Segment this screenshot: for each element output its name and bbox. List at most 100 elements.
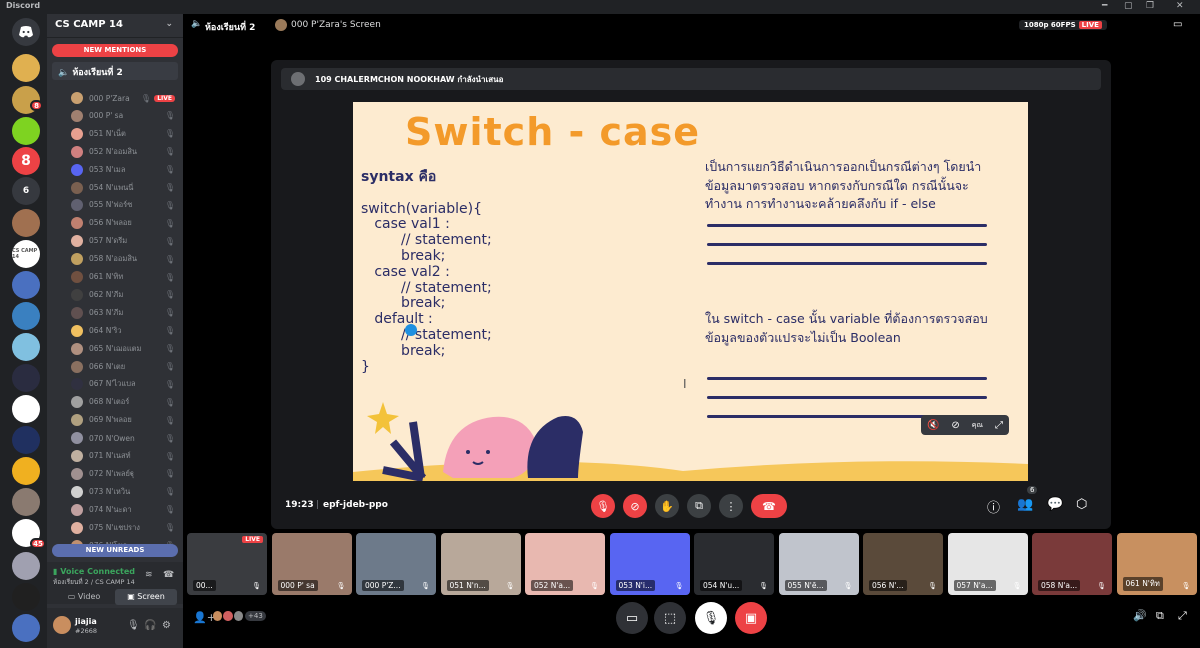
avatar — [71, 396, 83, 409]
mic-muted-icon[interactable]: 🎙 — [591, 494, 615, 518]
avatar — [275, 19, 287, 31]
participant-tile[interactable]: 058 N'a... 🎙 — [1032, 533, 1112, 595]
participant-tile[interactable]: 00... 🎙 LIVE — [187, 533, 267, 595]
participant-tile[interactable]: 057 N'a... 🎙 — [947, 533, 1028, 595]
voice-member[interactable]: 062 N'ภีม 🎙 — [71, 287, 181, 303]
fullscreen-icon[interactable]: ⤢ — [995, 420, 1003, 431]
voice-member[interactable]: 052 N'ออมสิน 🎙 — [71, 144, 181, 160]
voice-member[interactable]: 071 N'เนสท์ 🎙 — [71, 448, 181, 464]
server-icon[interactable] — [12, 364, 40, 392]
voice-member[interactable]: 051 N'เน็ต 🎙 — [71, 126, 181, 142]
participant-tile[interactable]: 061 N'ทิท 🎙 — [1116, 533, 1197, 595]
server-icon[interactable] — [12, 426, 40, 454]
share-screen-icon[interactable]: ⧉ — [687, 494, 711, 518]
participant-name: 000 P'Z... — [362, 580, 404, 591]
hangup-icon[interactable]: ☎ — [751, 494, 787, 518]
voice-member[interactable]: 063 N'ภีม 🎙 — [71, 305, 181, 321]
fullscreen-icon[interactable]: ⤢ — [1178, 609, 1187, 623]
minimize-icon[interactable]: ━ — [1102, 1, 1107, 11]
settings-icon[interactable]: ⚙ — [162, 620, 171, 631]
server-icon[interactable] — [12, 552, 40, 580]
close-icon[interactable]: ✕ — [1176, 1, 1184, 11]
member-name: 062 N'ภีม — [89, 289, 124, 299]
camera-button[interactable]: ▭ — [616, 602, 648, 634]
mute-stream-icon[interactable]: 🔇 — [927, 420, 939, 431]
mic-muted-icon[interactable]: 🎙 — [127, 620, 140, 631]
voice-member[interactable]: 058 N'ออมสิน 🎙 — [71, 251, 181, 267]
server-icon[interactable] — [12, 395, 40, 423]
people-icon[interactable]: 👥 — [1017, 497, 1033, 512]
server-count-icon[interactable]: 6 — [12, 177, 40, 205]
voice-member[interactable]: 074 N'นะดา 🎙 — [71, 502, 181, 518]
voice-member[interactable]: 000 P'Zara LIVE 🎙 — [71, 90, 181, 106]
server-icon[interactable] — [12, 614, 40, 642]
voice-member[interactable]: 070 N'Owen 🎙 — [71, 430, 181, 446]
camera-off-icon[interactable]: ⊘ — [623, 494, 647, 518]
participant-tile[interactable]: 056 N'... 🎙 — [863, 533, 943, 595]
disconnect-button[interactable]: ▣ — [735, 602, 767, 634]
server-icon[interactable] — [12, 583, 40, 611]
server-icon[interactable]: 8 — [12, 147, 40, 175]
avatar — [71, 306, 83, 319]
mic-muted-icon: 🎙 — [164, 415, 175, 425]
new-unreads-bar[interactable]: NEW UNREADS — [52, 544, 178, 557]
voice-member[interactable]: 066 N'เตย 🎙 — [71, 359, 181, 375]
voice-member[interactable]: 075 N'แชปราง 🎙 — [71, 520, 181, 536]
voice-member[interactable]: 055 N'ฟอร์ซ 🎙 — [71, 197, 181, 213]
video-button[interactable]: ▭ Video — [53, 589, 115, 605]
participant-tile[interactable]: 052 N'a... 🎙 — [525, 533, 605, 595]
activity-icon[interactable]: ⬡ — [1076, 497, 1087, 512]
server-icon[interactable] — [12, 271, 40, 299]
server-icon[interactable] — [12, 302, 40, 330]
server-header[interactable]: CS CAMP 14 ⌄ — [47, 14, 183, 38]
voice-channel[interactable]: 🔈 ห้องเรียนที่ 2 — [52, 62, 178, 80]
server-icon[interactable] — [12, 117, 40, 145]
screen-button[interactable]: ▣ Screen — [115, 589, 177, 605]
voice-member[interactable]: 054 N'แพนนี่ 🎙 — [71, 180, 181, 196]
voice-member[interactable]: 000 P' sa 🎙 — [71, 108, 181, 124]
pop-out-icon[interactable]: ⧉ — [1156, 609, 1164, 623]
participant-tile[interactable]: 051 N'n... 🎙 — [440, 533, 521, 595]
maximize-icon[interactable]: ▢ — [1124, 1, 1133, 11]
restore-icon[interactable]: ❐ — [1146, 1, 1154, 11]
participant-tile[interactable]: 000 P'Z... 🎙 — [356, 533, 436, 595]
voice-member[interactable]: 061 N'ทิท 🎙 — [71, 269, 181, 285]
share-screen-button[interactable]: ⬚ — [654, 602, 686, 634]
voice-member[interactable]: 065 N'เฌอแตม 🎙 — [71, 341, 181, 357]
voice-member[interactable]: 068 N'เตอร์ 🎙 — [71, 394, 181, 410]
camera-off-icon[interactable]: ⊘ — [951, 420, 959, 431]
voice-member[interactable]: 064 N'ริว 🎙 — [71, 323, 181, 339]
disconnect-icon[interactable]: ☎ — [163, 570, 174, 580]
voice-member[interactable]: 053 N'เมล 🎙 — [71, 162, 181, 178]
inbox-icon[interactable]: ▭ — [1173, 19, 1182, 30]
noise-suppression-icon[interactable]: ≋ — [145, 570, 153, 580]
voice-member[interactable]: 067 N'ไวแบล 🎙 — [71, 376, 181, 392]
avatar[interactable] — [53, 616, 71, 634]
participant-tile[interactable]: 053 N'i... 🎙 — [609, 533, 690, 595]
chat-icon[interactable]: 💬 — [1047, 497, 1063, 512]
volume-icon[interactable]: 🔊 — [1133, 609, 1147, 622]
voice-member[interactable]: 069 N'พลอย 🎙 — [71, 412, 181, 428]
hand-icon[interactable]: ✋ — [655, 494, 679, 518]
voice-member[interactable]: 056 N'พลอย 🎙 — [71, 215, 181, 231]
server-cs-camp-icon[interactable]: CS CAMP 14 — [12, 240, 40, 268]
new-mentions-bar[interactable]: NEW MENTIONS — [52, 44, 178, 57]
mic-muted-icon: 🎙 — [164, 469, 175, 479]
headphones-icon[interactable]: 🎧 — [144, 620, 156, 631]
server-icon[interactable] — [12, 54, 40, 82]
server-icon[interactable] — [12, 209, 40, 237]
discord-icon[interactable] — [12, 18, 40, 46]
voice-member[interactable]: 073 N'เหวิน 🎙 — [71, 484, 181, 500]
participant-tile[interactable]: 055 N'ē... 🎙 — [778, 533, 859, 595]
server-icon[interactable] — [12, 333, 40, 361]
mic-muted-button[interactable]: 🎙 — [695, 602, 727, 634]
more-icon[interactable]: ⋮ — [719, 494, 743, 518]
voice-member[interactable]: 072 N'เพลย์ฐุ 🎙 — [71, 466, 181, 482]
server-icon[interactable] — [12, 488, 40, 516]
participant-tile[interactable]: 054 N'u... 🎙 — [694, 533, 774, 595]
server-icon[interactable] — [12, 457, 40, 485]
info-icon[interactable]: ⓘ — [987, 497, 1000, 516]
voice-location[interactable]: ห้องเรียนที่ 2 / CS CAMP 14 — [53, 577, 177, 587]
participant-tile[interactable]: 000 P' sa 🎙 — [271, 533, 352, 595]
voice-member[interactable]: 057 N'ดรีม 🎙 — [71, 233, 181, 249]
